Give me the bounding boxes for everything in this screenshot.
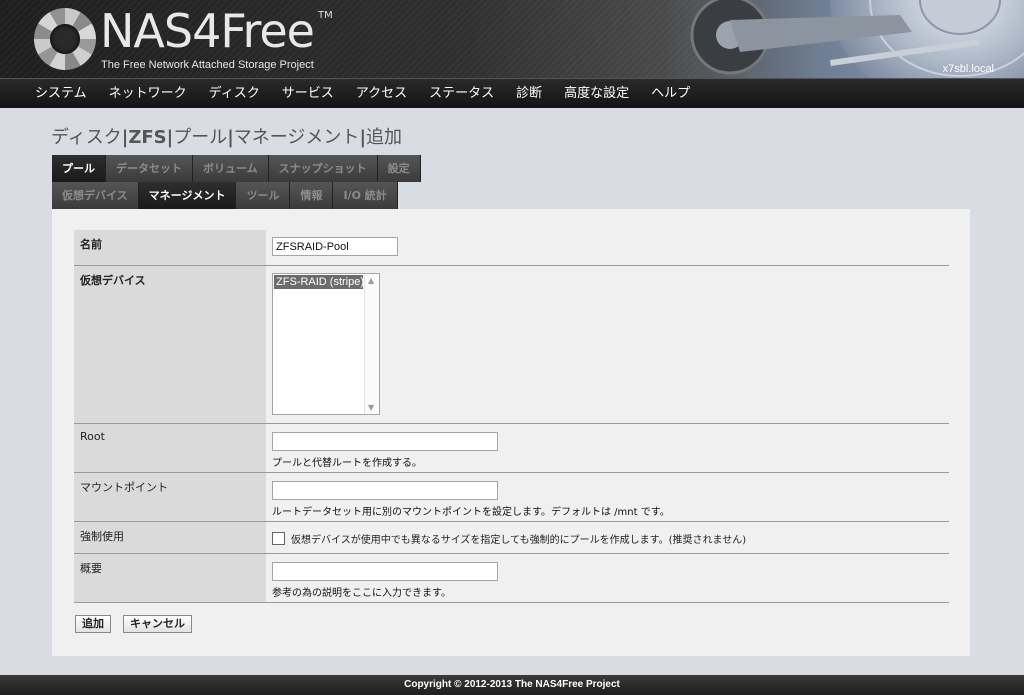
mountpoint-label: マウントポイント xyxy=(74,473,266,521)
mountpoint-value-cell: ルートデータセット用に別のマウントポイントを設定します。デフォルトは /mnt … xyxy=(266,473,949,521)
form-row-name: 名前 xyxy=(74,230,949,266)
mountpoint-input[interactable] xyxy=(272,481,498,500)
vdev-label: 仮想デバイス xyxy=(74,266,266,423)
form-row-mountpoint: マウントポイント ルートデータセット用に別のマウントポイントを設定します。デフォ… xyxy=(74,473,949,522)
nav-network[interactable]: ネットワーク xyxy=(98,79,198,108)
page-title: ディスク|ZFS|プール|マネージメント|追加 xyxy=(51,123,402,149)
force-value-cell: 仮想デバイスが使用中でも異なるサイズを指定しても強制的にプールを作成します。(推… xyxy=(266,522,949,553)
scroll-down-icon[interactable]: ▼ xyxy=(368,403,374,412)
name-label: 名前 xyxy=(74,230,266,265)
root-value-cell: プールと代替ルートを作成する。 xyxy=(266,424,949,472)
force-checkbox-row: 仮想デバイスが使用中でも異なるサイズを指定しても強制的にプールを作成します。(推… xyxy=(272,528,943,546)
nav-status[interactable]: ステータス xyxy=(418,79,505,108)
tab-management[interactable]: マネージメント xyxy=(138,182,237,209)
form-row-root: Root プールと代替ルートを作成する。 xyxy=(74,424,949,473)
form-row-description: 概要 参考の為の説明をここに入力できます。 xyxy=(74,554,949,603)
nav-services[interactable]: サービス xyxy=(271,79,345,108)
nas4free-logo-icon xyxy=(34,8,96,70)
root-hint: プールと代替ルートを作成する。 xyxy=(272,458,422,469)
breadcrumb-pools: プール xyxy=(173,127,228,148)
mountpoint-hint: ルートデータセット用に別のマウントポイントを設定します。デフォルトは /mnt … xyxy=(272,507,670,518)
footer: Copyright © 2012-2013 The NAS4Free Proje… xyxy=(0,675,1024,695)
name-input[interactable] xyxy=(272,237,398,256)
form-row-force: 強制使用 仮想デバイスが使用中でも異なるサイズを指定しても強制的にプールを作成し… xyxy=(74,522,949,554)
description-input[interactable] xyxy=(272,562,498,581)
vdev-listbox[interactable]: ZFS-RAID (stripe) ▲ ▼ xyxy=(272,273,380,415)
name-value-cell xyxy=(266,230,949,265)
breadcrumb-management: マネージメント xyxy=(233,127,360,148)
force-label: 強制使用 xyxy=(74,522,266,553)
logo-nas-text: NAS xyxy=(100,4,193,58)
tab-snapshots[interactable]: スナップショット xyxy=(268,155,378,182)
vdev-option-selected[interactable]: ZFS-RAID (stripe) xyxy=(274,275,364,289)
trademark-symbol: TM xyxy=(318,10,333,21)
listbox-scrollbar[interactable]: ▲ ▼ xyxy=(364,274,379,414)
force-checkbox[interactable] xyxy=(272,532,285,545)
tagline: The Free Network Attached Storage Projec… xyxy=(101,59,314,71)
nav-help[interactable]: ヘルプ xyxy=(640,79,701,108)
tab-io-statistics[interactable]: I/O 統計 xyxy=(333,182,398,209)
root-input[interactable] xyxy=(272,432,498,451)
tab-bar-secondary: 仮想デバイス マネージメント ツール 情報 I/O 統計 xyxy=(52,182,398,209)
description-value-cell: 参考の為の説明をここに入力できます。 xyxy=(266,554,949,602)
breadcrumb-add: 追加 xyxy=(366,127,403,148)
tab-virtual-devices[interactable]: 仮想デバイス xyxy=(52,182,139,209)
tab-pools[interactable]: プール xyxy=(52,155,106,182)
breadcrumb-disks: ディスク xyxy=(51,127,122,148)
nav-advanced[interactable]: 高度な設定 xyxy=(553,79,640,108)
nav-system[interactable]: システム xyxy=(24,79,98,108)
breadcrumb-sep: | xyxy=(227,127,234,148)
tab-information[interactable]: 情報 xyxy=(290,182,334,209)
logo-wordmark: NAS4Free xyxy=(100,4,315,58)
main-navigation: システム ネットワーク ディスク サービス アクセス ステータス 診断 高度な設… xyxy=(0,78,1024,108)
copyright-text: Copyright © 2012-2013 The NAS4Free Proje… xyxy=(404,679,620,690)
nav-diagnostics[interactable]: 診断 xyxy=(505,79,553,108)
tab-tools[interactable]: ツール xyxy=(236,182,291,209)
hostname-label: x7sbl.local xyxy=(942,63,994,75)
scroll-up-icon[interactable]: ▲ xyxy=(368,276,374,285)
tab-volumes[interactable]: ボリューム xyxy=(193,155,269,182)
logo-free-text: 4Free xyxy=(192,4,315,58)
cancel-button[interactable]: キャンセル xyxy=(123,615,192,633)
description-label: 概要 xyxy=(74,554,266,602)
nav-access[interactable]: アクセス xyxy=(345,79,418,108)
nav-disks[interactable]: ディスク xyxy=(198,79,271,108)
description-hint: 参考の為の説明をここに入力できます。 xyxy=(272,588,451,599)
root-label: Root xyxy=(74,424,266,472)
vdev-value-cell: ZFS-RAID (stripe) ▲ ▼ xyxy=(266,266,949,423)
content-panel: 名前 仮想デバイス ZFS-RAID (stripe) ▲ ▼ Root プール… xyxy=(52,209,970,656)
tab-datasets[interactable]: データセット xyxy=(106,155,193,182)
add-button[interactable]: 追加 xyxy=(75,615,111,633)
tab-settings[interactable]: 設定 xyxy=(377,155,421,182)
tab-bar-primary: プール データセット ボリューム スナップショット 設定 xyxy=(52,155,421,182)
header-banner: NAS4Free TM The Free Network Attached St… xyxy=(0,0,1024,78)
form-row-vdev: 仮想デバイス ZFS-RAID (stripe) ▲ ▼ xyxy=(74,266,949,424)
breadcrumb-zfs: ZFS xyxy=(128,127,167,148)
force-checkbox-text: 仮想デバイスが使用中でも異なるサイズを指定しても強制的にプールを作成します。(推… xyxy=(291,535,747,546)
